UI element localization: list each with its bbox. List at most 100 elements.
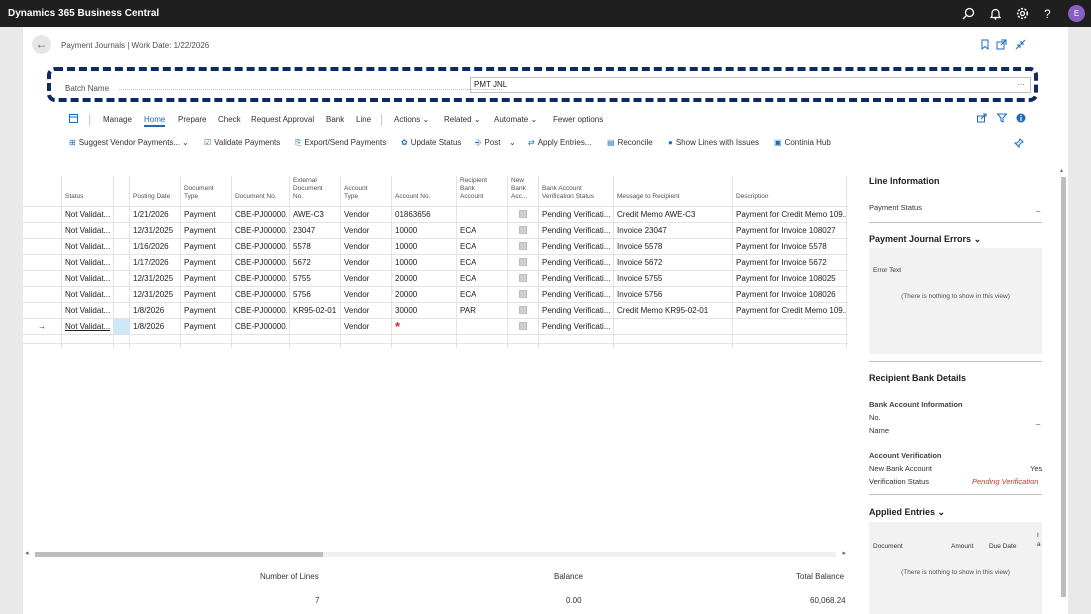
cell-external-doc[interactable]: 5756 (293, 290, 311, 299)
cell-account-type[interactable]: Vendor (344, 274, 369, 283)
cell-document-no[interactable]: CBE-PJ00000... (235, 322, 287, 331)
cell-document-type[interactable]: Payment (184, 322, 216, 331)
cell-document-type[interactable]: Payment (184, 210, 216, 219)
batch-name-input[interactable]: PMT JNL ··· (470, 77, 1031, 93)
table-row[interactable]: Not Validat... 12/31/2025 Payment CBE-PJ… (23, 270, 848, 286)
cell-account-type[interactable]: Vendor (344, 258, 369, 267)
vertical-scroll-thumb[interactable] (1061, 177, 1066, 597)
suggest-vendor-payments-button[interactable]: ⊞ Suggest Vendor Payments... (69, 138, 180, 147)
scroll-right-icon[interactable]: ▸ (842, 549, 846, 557)
cell-document-type[interactable]: Payment (184, 258, 216, 267)
cell-external-doc[interactable]: 5672 (293, 258, 311, 267)
search-icon[interactable] (962, 7, 976, 21)
cell-message[interactable]: Invoice 5672 (617, 258, 729, 267)
cell-description[interactable]: Payment for Invoice 108027 (736, 226, 846, 235)
cell-document-no[interactable]: CBE-PJ00000... (235, 274, 287, 283)
col-verification-status[interactable]: Bank Account Verification Status (542, 185, 594, 201)
col-description[interactable]: Description (736, 193, 769, 201)
cell-recipient-bank[interactable]: ECA (460, 242, 476, 251)
cell-message[interactable]: Credit Memo KR95-02-01 (617, 306, 729, 315)
applied-col-amount[interactable]: Amount (951, 543, 973, 550)
col-status[interactable]: Status (65, 193, 83, 201)
gear-icon[interactable] (1016, 7, 1030, 21)
menu-prepare[interactable]: Prepare (178, 115, 206, 124)
applied-entries-title[interactable]: Applied Entries ⌄ (869, 507, 945, 518)
lookup-more-button[interactable]: ··· (1017, 78, 1025, 92)
cell-document-no[interactable]: CBE-PJ00000... (235, 242, 287, 251)
new-bank-checkbox[interactable] (519, 210, 527, 218)
cell-posting-date[interactable]: 12/31/2025 (133, 226, 173, 235)
cell-account-no[interactable]: 10000 (395, 226, 417, 235)
cell-posting-date[interactable]: 1/21/2026 (133, 210, 169, 219)
cell-document-type[interactable]: Payment (184, 290, 216, 299)
bookmark-icon[interactable] (980, 39, 992, 51)
col-external-document-no[interactable]: External Document No. (293, 177, 323, 201)
cell-external-doc[interactable]: 5578 (293, 242, 311, 251)
cell-status[interactable]: Not Validat... (65, 322, 110, 331)
cell-document-no[interactable]: CBE-PJ00000... (235, 210, 287, 219)
cell-recipient-bank[interactable]: PAR (460, 306, 476, 315)
cell-account-type[interactable]: Vendor (344, 210, 369, 219)
new-bank-checkbox[interactable] (519, 306, 527, 314)
cell-document-type[interactable]: Payment (184, 274, 216, 283)
post-button[interactable]: ⎆ Post (475, 138, 500, 148)
cell-account-no[interactable]: 20000 (395, 290, 417, 299)
cell-description[interactable]: Payment for Credit Memo 109... (736, 306, 846, 315)
cell-status[interactable]: Not Validat... (65, 242, 110, 251)
menu-request-approval[interactable]: Request Approval (251, 115, 314, 124)
cell-recipient-bank[interactable]: ECA (460, 226, 476, 235)
menu-check[interactable]: Check (218, 115, 241, 124)
applied-col-due-date[interactable]: Due Date (989, 543, 1016, 550)
table-row[interactable]: Not Validat... 12/31/2025 Payment CBE-PJ… (23, 286, 848, 302)
menu-bank[interactable]: Bank (326, 115, 344, 124)
cell-document-no[interactable]: CBE-PJ00000... (235, 290, 287, 299)
cell-posting-date[interactable]: 1/8/2026 (133, 322, 164, 331)
new-bank-checkbox[interactable] (519, 226, 527, 234)
cell-account-no[interactable]: 01863656 (395, 210, 431, 219)
col-document-no[interactable]: Document No. (235, 193, 277, 201)
cell-message[interactable]: Invoice 5756 (617, 290, 729, 299)
cell-posting-date[interactable]: 1/17/2026 (133, 258, 169, 267)
col-message-to-recipient[interactable]: Message to Recipient (617, 193, 680, 201)
cell-account-no[interactable]: 10000 (395, 242, 417, 251)
cell-status[interactable]: Not Validat... (65, 226, 110, 235)
cell-status[interactable]: Not Validat... (65, 274, 110, 283)
cell-message[interactable]: Credit Memo AWE-C3 (617, 210, 729, 219)
cell-external-doc[interactable]: 5755 (293, 274, 311, 283)
menu-actions[interactable]: Actions ⌄ (394, 115, 429, 124)
line-information-title[interactable]: Line Information (869, 176, 940, 186)
cell-account-no[interactable]: 20000 (395, 274, 417, 283)
vertical-scrollbar[interactable]: ▴ (1059, 167, 1067, 614)
col-posting-date[interactable]: Posting Date (133, 193, 170, 201)
cell-verification[interactable]: Pending Verificati... (542, 274, 611, 283)
validate-payments-button[interactable]: ☑ Validate Payments (204, 138, 280, 147)
collapse-icon[interactable] (1015, 39, 1027, 51)
cell-account-type[interactable]: Vendor (344, 322, 369, 331)
applied-col-truncated[interactable]: I a (1037, 531, 1041, 549)
cell-posting-date[interactable]: 12/31/2025 (133, 290, 173, 299)
cell-message[interactable]: Invoice 5578 (617, 242, 729, 251)
table-row[interactable]: Not Validat... 12/31/2025 Payment CBE-PJ… (23, 222, 848, 238)
scroll-up-icon[interactable]: ▴ (1060, 167, 1063, 174)
cell-verification[interactable]: Pending Verificati... (542, 258, 611, 267)
open-new-window-icon[interactable] (996, 39, 1008, 51)
new-bank-checkbox[interactable] (519, 322, 527, 330)
scroll-left-icon[interactable]: ◂ (25, 549, 29, 557)
cell-status[interactable]: Not Validat... (65, 290, 110, 299)
cell-description[interactable]: Payment for Credit Memo 109... (736, 210, 846, 219)
new-bank-checkbox[interactable] (519, 290, 527, 298)
export-send-payments-button[interactable]: ⎘ Export/Send Payments (295, 138, 386, 148)
show-lines-with-issues-button[interactable]: ● Show Lines with Issues (668, 138, 759, 147)
cell-description[interactable]: Payment for Invoice 108025 (736, 274, 846, 283)
help-icon[interactable]: ? (1044, 7, 1058, 21)
menu-home[interactable]: Home (144, 115, 166, 127)
row-selection-cell[interactable] (114, 319, 130, 334)
update-status-button[interactable]: ✿ Update Status (401, 138, 461, 147)
reconcile-button[interactable]: ▤ Reconcile (607, 138, 653, 147)
table-row-current[interactable]: → Not Validat... 1/8/2026 Payment CBE-PJ… (23, 318, 848, 334)
table-row[interactable]: Not Validat... 1/21/2026 Payment CBE-PJ0… (23, 206, 848, 222)
table-row[interactable]: Not Validat... 1/16/2026 Payment CBE-PJ0… (23, 238, 848, 254)
new-bank-checkbox[interactable] (519, 274, 527, 282)
cell-document-type[interactable]: Payment (184, 242, 216, 251)
pin-icon[interactable] (69, 114, 78, 125)
